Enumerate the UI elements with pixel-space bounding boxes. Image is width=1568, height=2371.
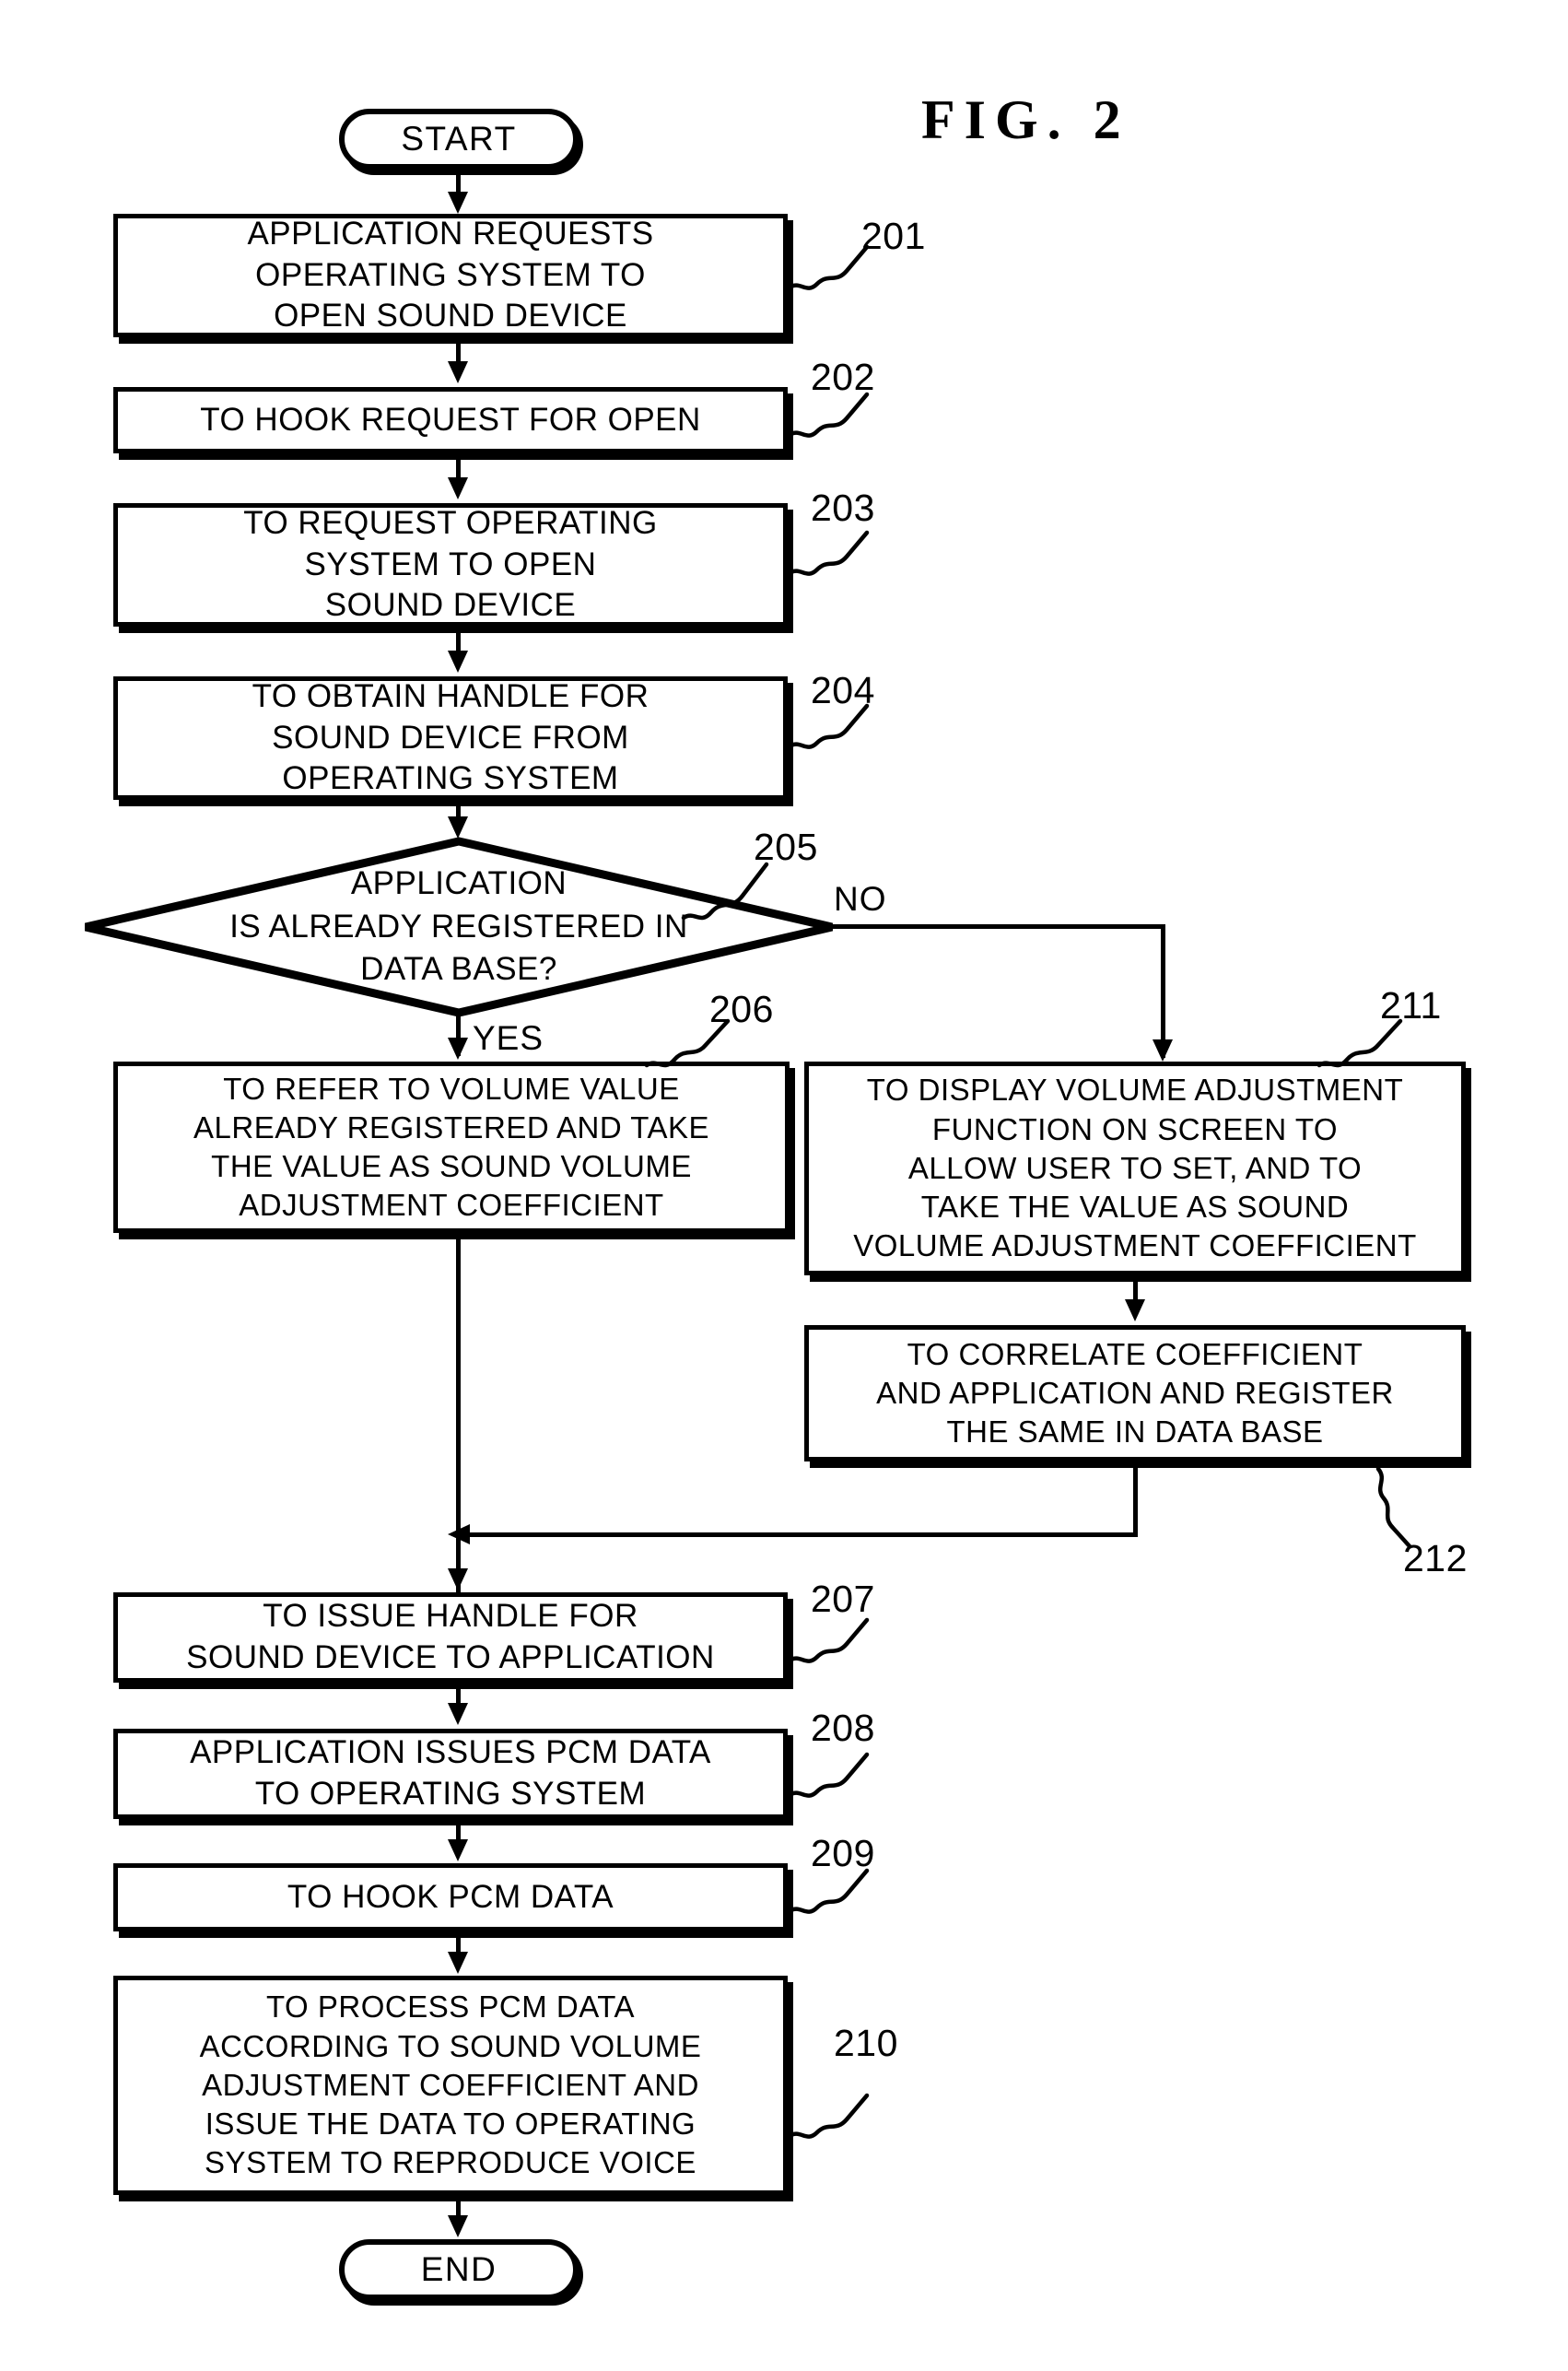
box-211-line-4: TAKE THE VALUE AS SOUND xyxy=(920,1190,1350,1225)
ref-numeral-210: 210 xyxy=(834,2022,898,2064)
process-box-212: TO CORRELATE COEFFICIENT AND APPLICATION… xyxy=(804,1325,1466,1461)
ref-numeral-211: 211 xyxy=(1380,984,1442,1027)
connector-no-horizontal xyxy=(829,924,1165,929)
box-211-line-5: VOLUME ADJUSTMENT COEFFICIENT xyxy=(853,1228,1417,1263)
branch-label-yes: YES xyxy=(473,1019,544,1057)
arrowhead-208-to-209 xyxy=(448,1839,468,1861)
ref-numeral-205: 205 xyxy=(754,826,818,868)
arrowhead-203-to-204 xyxy=(448,651,468,673)
leader-210 xyxy=(787,2079,907,2153)
terminal-end: END xyxy=(339,2239,579,2300)
patent-figure: FIG. 2 START APPLICATION REQUESTS OPERAT… xyxy=(0,0,1568,2371)
figure-title: FIG. 2 xyxy=(921,89,1130,150)
branch-label-no: NO xyxy=(834,880,887,918)
box-212-line-3: THE SAME IN DATA BASE xyxy=(946,1414,1324,1450)
box-212-line-2: AND APPLICATION AND REGISTER xyxy=(876,1375,1394,1410)
process-box-209: TO HOOK PCM DATA xyxy=(113,1863,788,1931)
box-210-line-5: SYSTEM TO REPRODUCE VOICE xyxy=(205,2145,696,2180)
box-210-line-3: ADJUSTMENT COEFFICIENT AND xyxy=(202,2067,699,2102)
ref-numeral-204: 204 xyxy=(811,669,875,711)
box-204-line-1: TO OBTAIN HANDLE FOR xyxy=(252,677,649,714)
box-212-line-1: TO CORRELATE COEFFICIENT xyxy=(907,1336,1363,1371)
box-202-line-1: TO HOOK REQUEST FOR OPEN xyxy=(200,401,701,438)
arrowhead-204-to-205 xyxy=(448,816,468,839)
box-210-line-1: TO PROCESS PCM DATA xyxy=(265,1990,636,2025)
box-208-line-1: APPLICATION ISSUES PCM DATA xyxy=(190,1734,711,1771)
process-box-202: TO HOOK REQUEST FOR OPEN xyxy=(113,387,788,453)
box-204-line-2: SOUND DEVICE FROM xyxy=(272,719,629,756)
box-206-line-2: ALREADY REGISTERED AND TAKE xyxy=(193,1109,709,1144)
arrowhead-yes-to-206 xyxy=(448,1038,468,1060)
ref-numeral-207: 207 xyxy=(811,1578,875,1620)
arrowhead-202-to-203 xyxy=(448,477,468,499)
process-box-204: TO OBTAIN HANDLE FOR SOUND DEVICE FROM O… xyxy=(113,676,788,800)
ref-numeral-206: 206 xyxy=(709,988,774,1030)
ref-numeral-203: 203 xyxy=(811,487,875,529)
box-210-line-2: ACCORDING TO SOUND VOLUME xyxy=(199,2028,702,2063)
arrowhead-start-to-201 xyxy=(448,192,468,214)
box-201-line-2: OPERATING SYSTEM TO xyxy=(255,256,646,293)
connector-merge-horizontal xyxy=(458,1532,1138,1537)
process-box-206: TO REFER TO VOLUME VALUE ALREADY REGISTE… xyxy=(113,1062,790,1233)
ref-numeral-212: 212 xyxy=(1403,1537,1468,1579)
arrowhead-209-to-210 xyxy=(448,1952,468,1974)
ref-numeral-209: 209 xyxy=(811,1832,875,1874)
box-206-line-1: TO REFER TO VOLUME VALUE xyxy=(223,1071,680,1106)
box-203-line-3: SOUND DEVICE xyxy=(324,587,577,624)
process-box-203: TO REQUEST OPERATING SYSTEM TO OPEN SOUN… xyxy=(113,503,788,627)
box-207-line-2: SOUND DEVICE TO APPLICATION xyxy=(186,1639,715,1675)
box-206-line-3: THE VALUE AS SOUND VOLUME xyxy=(211,1149,692,1183)
ref-numeral-201: 201 xyxy=(861,215,926,257)
box-201-line-1: APPLICATION REQUESTS xyxy=(247,215,654,252)
arrowhead-211-to-212 xyxy=(1125,1299,1145,1321)
ref-numeral-208: 208 xyxy=(811,1707,875,1749)
box-204-line-3: OPERATING SYSTEM xyxy=(282,760,619,797)
box-210-line-4: ISSUE THE DATA TO OPERATING xyxy=(205,2107,696,2142)
terminal-start-label: START xyxy=(401,120,517,158)
terminal-end-label: END xyxy=(420,2250,497,2288)
ref-numeral-202: 202 xyxy=(811,356,875,398)
arrowhead-201-to-202 xyxy=(448,361,468,383)
process-box-211: TO DISPLAY VOLUME ADJUSTMENT FUNCTION ON… xyxy=(804,1062,1466,1275)
box-208-line-2: TO OPERATING SYSTEM xyxy=(254,1776,647,1812)
connector-no-vertical xyxy=(1161,924,1165,1058)
process-box-201: APPLICATION REQUESTS OPERATING SYSTEM TO… xyxy=(113,214,788,337)
box-201-line-3: OPEN SOUND DEVICE xyxy=(274,298,627,335)
box-203-line-1: TO REQUEST OPERATING xyxy=(243,504,658,541)
arrowhead-no-to-211 xyxy=(1153,1039,1173,1062)
box-203-line-2: SYSTEM TO OPEN xyxy=(304,546,597,582)
box-211-line-2: FUNCTION ON SCREEN TO xyxy=(931,1111,1339,1146)
terminal-start: START xyxy=(339,109,579,170)
arrowhead-merge-left xyxy=(448,1524,470,1544)
box-209-line-1: TO HOOK PCM DATA xyxy=(287,1878,614,1915)
box-207-line-1: TO ISSUE HANDLE FOR xyxy=(263,1598,638,1635)
box-206-line-4: ADJUSTMENT COEFFICIENT xyxy=(239,1188,664,1223)
box-211-line-3: ALLOW USER TO SET, AND TO xyxy=(907,1150,1363,1185)
process-box-210: TO PROCESS PCM DATA ACCORDING TO SOUND V… xyxy=(113,1976,788,2195)
process-box-207: TO ISSUE HANDLE FOR SOUND DEVICE TO APPL… xyxy=(113,1592,788,1683)
arrowhead-210-to-end xyxy=(448,2215,468,2237)
arrowhead-207-to-208 xyxy=(448,1703,468,1725)
connector-212-down xyxy=(1133,1461,1138,1535)
arrowhead-merge-to-207 xyxy=(448,1568,468,1590)
process-box-208: APPLICATION ISSUES PCM DATA TO OPERATING… xyxy=(113,1729,788,1819)
